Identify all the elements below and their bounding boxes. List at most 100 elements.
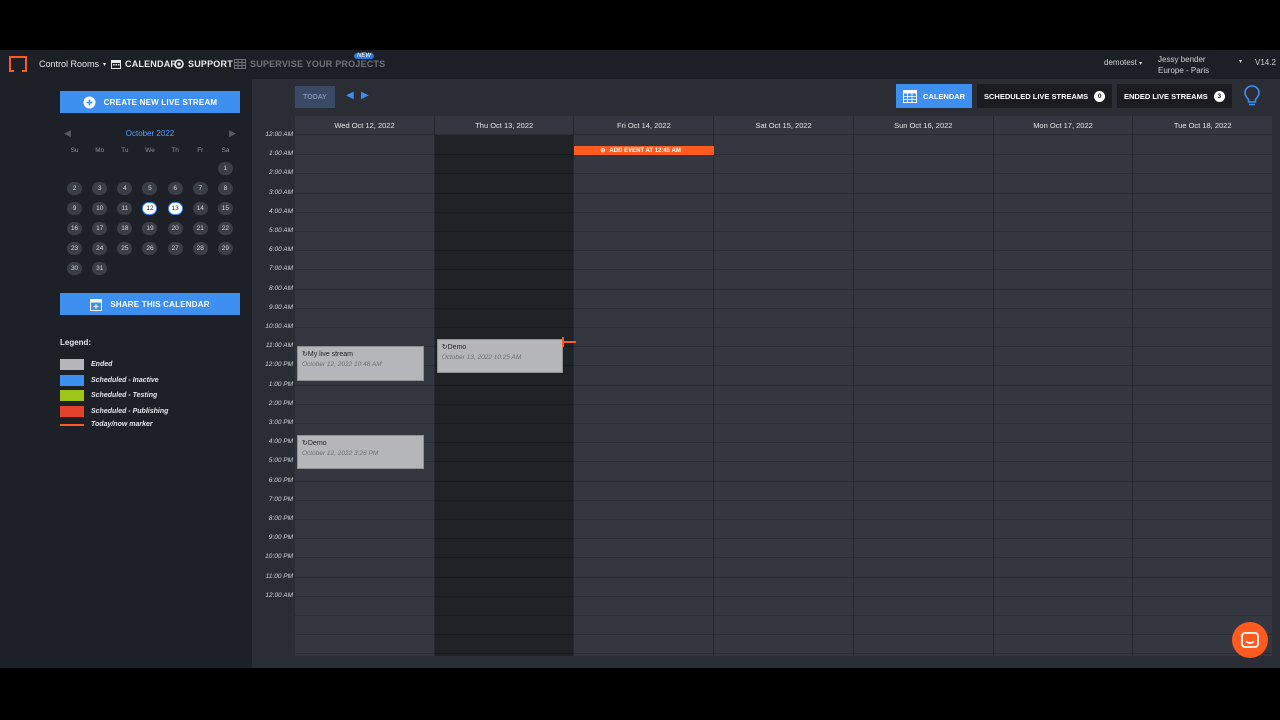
- calendar-day-26[interactable]: 26: [142, 242, 158, 255]
- calendar-event[interactable]: ↻Demo October 12, 2022 3:26 PM: [297, 434, 424, 470]
- time-label: 10:00 AM: [265, 323, 293, 330]
- day-column[interactable]: [853, 135, 993, 656]
- create-live-stream-button[interactable]: CREATE NEW LIVE STREAM: [60, 91, 240, 113]
- calendar-day-2[interactable]: 2: [67, 182, 83, 195]
- lightbulb-icon[interactable]: [1244, 85, 1260, 107]
- user-caret-down-icon[interactable]: ▾: [1239, 58, 1242, 65]
- hour-gridline: [574, 442, 714, 444]
- hour-gridline: [295, 653, 434, 655]
- calendar-day-31[interactable]: 31: [92, 262, 108, 275]
- calendar-day-30[interactable]: 30: [67, 262, 83, 275]
- calendar-day-19[interactable]: 19: [142, 222, 158, 235]
- calendar-day-3[interactable]: 3: [92, 182, 108, 195]
- day-column[interactable]: [574, 135, 714, 656]
- calendar-day-27[interactable]: 27: [167, 242, 183, 255]
- calendar-day-25[interactable]: 25: [117, 242, 133, 255]
- hour-gridline: [434, 154, 574, 156]
- tab-calendar[interactable]: CALENDAR: [896, 84, 973, 108]
- time-label: 5:00 AM: [269, 227, 293, 234]
- calendar-day-1[interactable]: 1: [217, 162, 233, 175]
- calendar-day-12[interactable]: 12: [142, 202, 158, 215]
- hour-gridline: [1133, 192, 1273, 194]
- hour-gridline: [714, 461, 854, 463]
- calendar-day-9[interactable]: 9: [67, 202, 83, 215]
- add-event-marker[interactable]: ⊖ ADD EVENT AT 12:45 AM: [574, 146, 715, 156]
- hour-gridline: [993, 461, 1133, 463]
- calendar-day-14[interactable]: 14: [192, 202, 208, 215]
- mini-calendar-days: 1 2 3 4 5 6 7 8 9 10 11 12 13 14 15 16 17 18 19 20 21 22 23 24 2…: [62, 162, 238, 275]
- calendar-day-13[interactable]: 13: [167, 202, 183, 215]
- app-logo-icon[interactable]: [8, 55, 28, 73]
- calendar-event[interactable]: ↻My live stream October 12, 2022 10:48 AM: [297, 346, 424, 381]
- prev-week-icon[interactable]: ◀: [346, 90, 354, 101]
- user-menu[interactable]: Jessy bender Europe - Paris: [1158, 54, 1209, 76]
- day-header[interactable]: Sun Oct 16, 2022: [853, 116, 993, 134]
- add-event-label: ADD EVENT AT 12:45 AM: [609, 147, 681, 154]
- day-column[interactable]: [993, 135, 1133, 656]
- event-title-row: ↻Demo: [302, 439, 419, 447]
- calendar-day-15[interactable]: 15: [217, 202, 233, 215]
- day-header[interactable]: Fri Oct 14, 2022: [574, 116, 714, 134]
- ended-count-badge: 3: [1213, 90, 1225, 102]
- day-column[interactable]: [434, 135, 574, 656]
- calendar-day-10[interactable]: 10: [92, 202, 108, 215]
- hour-gridline: [993, 557, 1133, 559]
- day-column[interactable]: [714, 135, 854, 656]
- calendar-day-20[interactable]: 20: [167, 222, 183, 235]
- calendar-day-6[interactable]: 6: [167, 182, 183, 195]
- hour-gridline: [853, 499, 993, 501]
- nav-supervise-projects[interactable]: SUPERVISE YOUR PROJECTS: [234, 59, 385, 69]
- share-calendar-button[interactable]: SHARE THIS CALENDAR: [60, 293, 240, 315]
- calendar-day-7[interactable]: 7: [192, 182, 208, 195]
- hour-gridline: [1133, 423, 1273, 424]
- next-month-icon[interactable]: ▶: [229, 128, 236, 139]
- today-button[interactable]: TODAY: [295, 86, 335, 108]
- calendar-day-16[interactable]: 16: [67, 222, 83, 235]
- hour-gridline: [714, 576, 854, 578]
- day-header[interactable]: Sat Oct 15, 2022: [714, 116, 854, 134]
- tab-ended-live-streams[interactable]: ENDED LIVE STREAMS 3: [1117, 84, 1232, 108]
- control-rooms-menu[interactable]: Control Rooms ▾: [39, 59, 106, 69]
- calendar-day-17[interactable]: 17: [92, 222, 108, 235]
- calendar-day-11[interactable]: 11: [117, 202, 133, 215]
- hour-gridline: [853, 269, 993, 271]
- day-header[interactable]: Wed Oct 12, 2022: [295, 116, 434, 134]
- calendar-day-5[interactable]: 5: [142, 182, 158, 195]
- chat-launcher-button[interactable]: [1232, 622, 1268, 658]
- calendar-day-24[interactable]: 24: [92, 242, 108, 255]
- calendar-event[interactable]: ↻Demo October 13, 2022 10:25 AM: [436, 338, 564, 374]
- hour-gridline: [993, 231, 1133, 232]
- nav-support[interactable]: SUPPORT: [174, 59, 233, 69]
- hour-gridline: [1133, 211, 1273, 213]
- day-header[interactable]: Thu Oct 13, 2022: [434, 116, 574, 134]
- calendar-day-29[interactable]: 29: [217, 242, 233, 255]
- hour-gridline: [1133, 154, 1273, 156]
- hour-gridline: [574, 615, 714, 616]
- calendar-day-23[interactable]: 23: [67, 242, 83, 255]
- legend-swatch: [60, 359, 84, 370]
- time-label: 12:00 AM: [265, 591, 293, 599]
- calendar-day-22[interactable]: 22: [217, 222, 233, 235]
- hour-gridline: [1133, 595, 1273, 597]
- calendar-day-28[interactable]: 28: [192, 242, 208, 255]
- calendar-day-18[interactable]: 18: [117, 222, 133, 235]
- nav-calendar[interactable]: CALENDAR: [111, 59, 177, 69]
- account-menu[interactable]: demotest ▾: [1104, 58, 1142, 67]
- hour-gridline: [853, 192, 993, 194]
- event-date: October 12, 2022 3:26 PM: [302, 449, 379, 457]
- calendar-day-4[interactable]: 4: [117, 182, 133, 195]
- day-header[interactable]: Mon Oct 17, 2022: [993, 116, 1133, 134]
- day-column[interactable]: [295, 135, 434, 656]
- hour-gridline: [993, 384, 1133, 386]
- hour-gridline: [714, 327, 854, 328]
- calendar-day-21[interactable]: 21: [192, 222, 208, 235]
- hour-gridline: [714, 595, 854, 597]
- hour-gridline: [1133, 576, 1273, 578]
- day-header[interactable]: Tue Oct 18, 2022: [1133, 116, 1273, 134]
- day-column[interactable]: [1133, 135, 1273, 656]
- calendar-day-8[interactable]: 8: [217, 182, 233, 195]
- weekday-label: Fr: [197, 147, 204, 154]
- day-empty: [193, 162, 208, 175]
- next-week-icon[interactable]: ▶: [361, 90, 369, 101]
- tab-scheduled-live-streams[interactable]: SCHEDULED LIVE STREAMS 0: [977, 84, 1113, 108]
